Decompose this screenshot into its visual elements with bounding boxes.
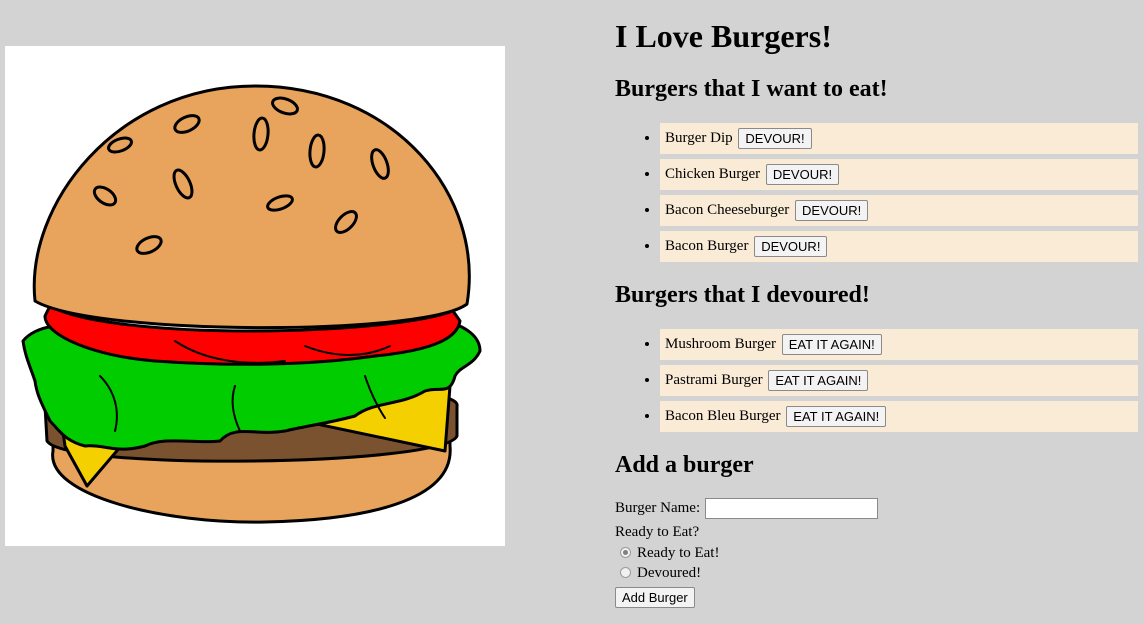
devour-button[interactable]: DEVOUR! bbox=[765, 164, 840, 186]
to-eat-heading: Burgers that I want to eat! bbox=[615, 76, 888, 102]
list-item: Bacon Cheeseburger DEVOUR! bbox=[660, 195, 1138, 226]
list-item: Bacon Burger DEVOUR! bbox=[660, 231, 1138, 262]
burger-name: Bacon Bleu Burger bbox=[665, 408, 781, 424]
devour-button[interactable]: DEVOUR! bbox=[754, 236, 828, 258]
list-item: Pastrami Burger EAT IT AGAIN! bbox=[660, 365, 1138, 396]
radio-ready-label: Ready to Eat! bbox=[637, 545, 720, 561]
radio-ready-option[interactable]: Ready to Eat! bbox=[615, 543, 878, 563]
devoured-list: Mushroom Burger EAT IT AGAIN! Pastrami B… bbox=[615, 329, 1138, 437]
burger-name: Mushroom Burger bbox=[665, 336, 776, 352]
eat-again-button[interactable]: EAT IT AGAIN! bbox=[786, 406, 887, 428]
eat-again-button[interactable]: EAT IT AGAIN! bbox=[781, 334, 882, 356]
radio-devoured-option[interactable]: Devoured! bbox=[615, 563, 878, 583]
page-title: I Love Burgers! bbox=[615, 18, 832, 54]
list-item: Bacon Bleu Burger EAT IT AGAIN! bbox=[660, 401, 1138, 432]
list-item: Burger Dip DEVOUR! bbox=[660, 123, 1138, 154]
devour-button[interactable]: DEVOUR! bbox=[795, 200, 869, 222]
add-burger-heading: Add a burger bbox=[615, 452, 754, 478]
burger-image bbox=[5, 46, 505, 546]
to-eat-list: Burger Dip DEVOUR! Chicken Burger DEVOUR… bbox=[615, 123, 1138, 267]
devoured-heading: Burgers that I devoured! bbox=[615, 282, 870, 308]
burger-name: Burger Dip bbox=[665, 130, 733, 146]
devour-button[interactable]: DEVOUR! bbox=[738, 128, 812, 150]
list-item: Chicken Burger DEVOUR! bbox=[660, 159, 1138, 190]
radio-ready[interactable] bbox=[620, 547, 631, 558]
burger-name-input[interactable] bbox=[704, 498, 878, 520]
add-burger-form: Burger Name: Ready to Eat? Ready to Eat!… bbox=[615, 497, 878, 608]
burger-name: Bacon Burger bbox=[665, 238, 749, 254]
burger-name: Chicken Burger bbox=[665, 166, 761, 182]
add-burger-button[interactable]: Add Burger bbox=[615, 587, 695, 608]
radio-devoured[interactable] bbox=[620, 567, 631, 578]
list-item: Mushroom Burger EAT IT AGAIN! bbox=[660, 329, 1138, 360]
ready-label: Ready to Eat? bbox=[615, 524, 700, 540]
radio-devoured-label: Devoured! bbox=[637, 565, 702, 581]
burger-illustration-icon bbox=[21, 84, 482, 524]
eat-again-button[interactable]: EAT IT AGAIN! bbox=[768, 370, 869, 392]
burger-name: Pastrami Burger bbox=[665, 372, 763, 388]
burger-name-label: Burger Name: bbox=[615, 500, 701, 516]
burger-name: Bacon Cheeseburger bbox=[665, 202, 790, 218]
